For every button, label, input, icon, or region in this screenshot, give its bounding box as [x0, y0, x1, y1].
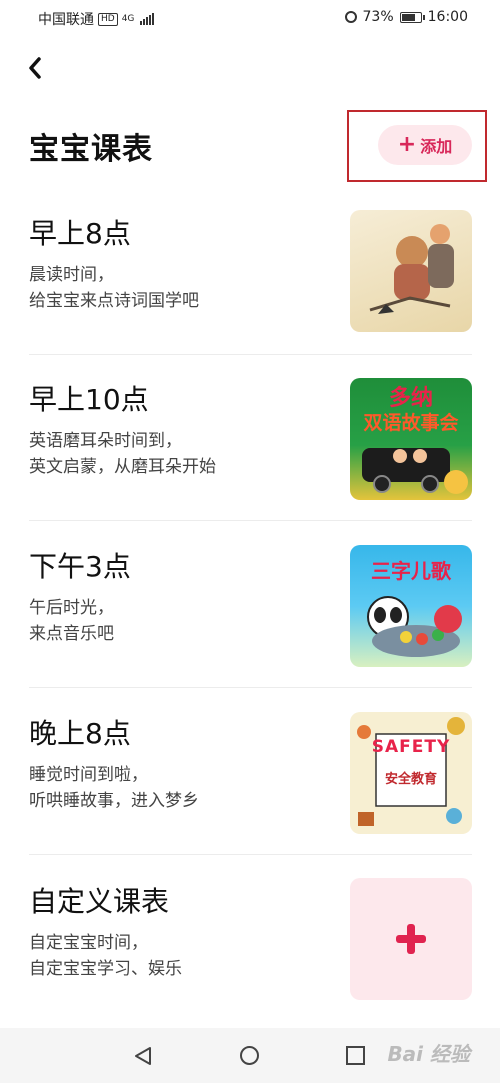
- watermark: Bai 经验: [387, 1042, 470, 1066]
- battery-percent: 73%: [362, 9, 394, 25]
- add-button[interactable]: + 添加: [378, 125, 472, 165]
- schedule-desc: 自定宝宝学习、娱乐: [29, 959, 182, 979]
- list-item[interactable]: 早上8点 晨读时间， 给宝宝来点诗词国学吧: [29, 210, 472, 334]
- hd-badge: HD: [98, 12, 118, 26]
- safety-education-thumbnail[interactable]: SAFETY 安全教育: [350, 712, 472, 834]
- schedule-desc: 英语磨耳朵时间到，: [29, 431, 182, 451]
- thumb-title: SAFETY: [371, 737, 451, 757]
- classical-story-thumbnail[interactable]: [350, 210, 472, 332]
- add-custom-schedule-button[interactable]: [350, 878, 472, 1000]
- alarm-icon: [344, 11, 357, 23]
- schedule-desc: 晨读时间，: [29, 265, 114, 285]
- divider: [29, 687, 472, 688]
- schedule-desc: 睡觉时间到啦，: [29, 765, 148, 785]
- list-item[interactable]: 早上10点 英语磨耳朵时间到， 英文启蒙，从磨耳朵开始 多纳 双语故事会: [29, 378, 472, 500]
- list-item[interactable]: 自定义课表 自定宝宝时间， 自定宝宝学习、娱乐: [29, 878, 472, 1002]
- list-item[interactable]: 下午3点 午后时光， 来点音乐吧 三字儿歌: [29, 545, 472, 667]
- schedule-time: 晚上8点: [29, 717, 131, 750]
- plus-icon: +: [397, 132, 417, 157]
- network-label: 4G: [121, 13, 135, 24]
- nursery-rhyme-thumbnail[interactable]: 三字儿歌: [350, 545, 472, 667]
- bilingual-story-thumbnail[interactable]: 多纳 双语故事会: [350, 378, 472, 500]
- divider: [29, 854, 472, 855]
- add-button-label: 添加: [420, 137, 453, 156]
- schedule-time: 早上8点: [29, 217, 131, 250]
- divider: [29, 354, 472, 355]
- schedule-desc: 午后时光，: [29, 598, 114, 618]
- plus-icon: [396, 924, 426, 954]
- schedule-desc: 听哄睡故事，进入梦乡: [29, 791, 199, 811]
- page-title: 宝宝课表: [29, 132, 153, 167]
- schedule-desc: 自定宝宝时间，: [29, 933, 148, 953]
- nav-back-icon[interactable]: [132, 1046, 154, 1066]
- nav-recents-icon[interactable]: [346, 1046, 365, 1065]
- back-arrow-icon[interactable]: [24, 55, 48, 81]
- schedule-time: 早上10点: [29, 383, 149, 416]
- clock: 16:00: [427, 9, 468, 25]
- divider: [29, 520, 472, 521]
- list-item[interactable]: 晚上8点 睡觉时间到啦， 听哄睡故事，进入梦乡 SAFETY 安全教育: [29, 712, 472, 834]
- battery-icon: [399, 11, 425, 23]
- status-bar: 中国联通 HD 4G 73% 16:00: [0, 0, 500, 36]
- carrier-label: 中国联通: [38, 12, 94, 28]
- thumb-subtitle: 安全教育: [384, 772, 437, 787]
- signal-icon: [140, 13, 155, 25]
- schedule-desc: 英文启蒙，从磨耳朵开始: [29, 457, 216, 477]
- schedule-desc: 来点音乐吧: [29, 624, 114, 644]
- schedule-time: 下午3点: [29, 550, 131, 583]
- nav-home-icon[interactable]: [240, 1046, 259, 1065]
- schedule-time: 自定义课表: [29, 885, 170, 918]
- schedule-desc: 给宝宝来点诗词国学吧: [29, 291, 199, 311]
